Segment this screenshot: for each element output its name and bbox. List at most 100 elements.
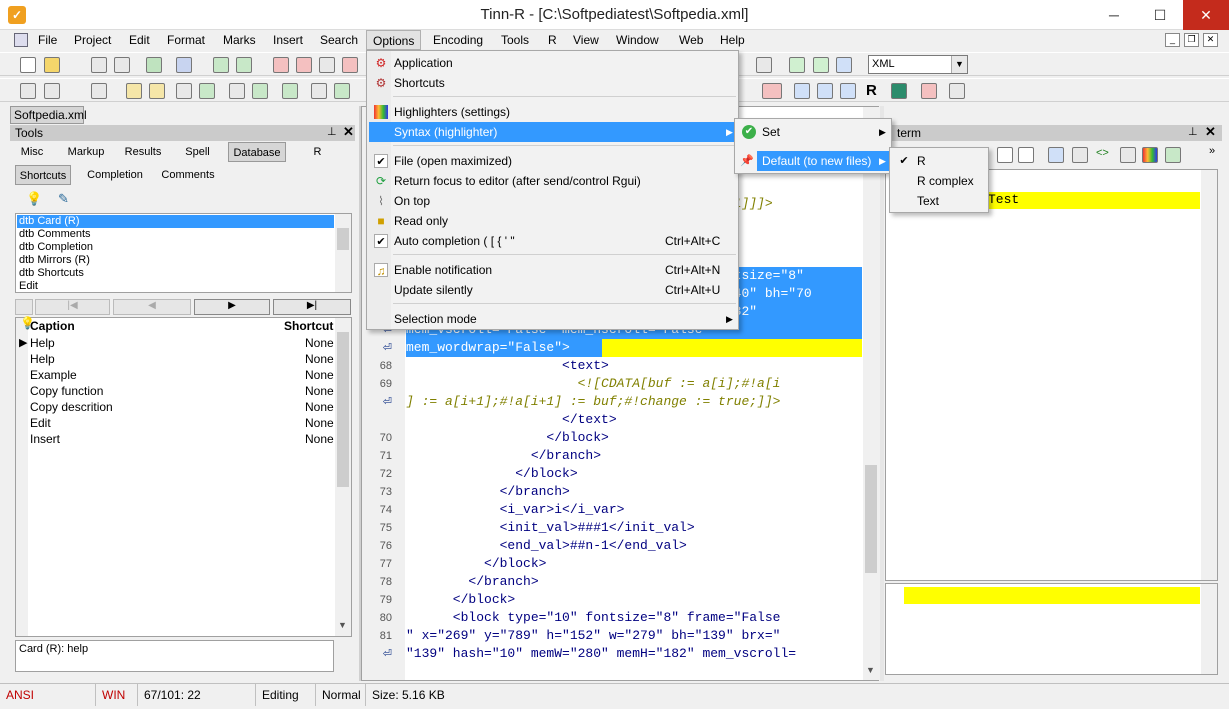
editor-scrollbar[interactable]: ▼	[863, 107, 879, 680]
code-line[interactable]: 78 </branch>	[362, 573, 862, 591]
list-scrollbar[interactable]	[335, 214, 351, 292]
nav-back-button[interactable]: ◀	[113, 299, 191, 315]
subtab-comments[interactable]: Comments	[157, 165, 219, 185]
file-tab[interactable]: Softpedia.xml	[10, 106, 87, 124]
table-cell[interactable]: None	[305, 416, 334, 430]
table-row[interactable]: Copy function	[30, 384, 103, 398]
html-icon[interactable]	[840, 83, 856, 99]
menu-item-shortcuts[interactable]: ⚙ Shortcuts	[369, 73, 736, 93]
close-icon[interactable]: ✕	[343, 124, 354, 140]
menu-project[interactable]: Project	[68, 30, 117, 50]
unindent-icon[interactable]	[199, 83, 215, 99]
find-next-icon[interactable]	[296, 57, 312, 73]
table-cell[interactable]: None	[305, 336, 334, 350]
help-icon[interactable]	[794, 83, 810, 99]
cut-icon[interactable]	[91, 83, 107, 99]
menu-view[interactable]: View	[567, 30, 605, 50]
menu-item-selection-mode[interactable]: Selection mode ▶	[369, 309, 736, 329]
list-icon[interactable]	[252, 83, 268, 99]
code-line[interactable]: 75 <init_val>###1</init_val>	[362, 519, 862, 537]
replace-icon[interactable]	[319, 57, 335, 73]
menu-encoding[interactable]: Encoding	[427, 30, 489, 50]
print-icon[interactable]	[176, 57, 192, 73]
monitor-icon[interactable]	[836, 57, 852, 73]
code-line[interactable]: 70 </block>	[362, 429, 862, 447]
tab-markup[interactable]: Markup	[60, 142, 112, 162]
terminal-icon[interactable]	[891, 83, 907, 99]
menu-item-read-only[interactable]: ■ Read only	[369, 211, 736, 231]
r-icon[interactable]: R	[866, 82, 877, 99]
scroll-down-icon[interactable]: ▼	[866, 665, 875, 675]
new-file-icon[interactable]	[20, 57, 36, 73]
menu-item-r-complex[interactable]: R complex	[892, 171, 986, 191]
table-cell[interactable]: None	[305, 352, 334, 366]
bottom-icon[interactable]	[334, 83, 350, 99]
mdi-close-button[interactable]: ✕	[1203, 33, 1218, 47]
nav-last-button[interactable]: ▶|	[273, 299, 351, 315]
up-icon[interactable]	[311, 83, 327, 99]
list-item[interactable]: dtb Card (R)	[17, 215, 334, 228]
list-item[interactable]: Edit	[19, 280, 38, 292]
open-folder-icon[interactable]	[44, 57, 60, 73]
menu-item-application[interactable]: ⚙ Application	[369, 53, 736, 73]
tag-icon[interactable]	[949, 83, 965, 99]
menu-item-text[interactable]: Text	[892, 191, 986, 211]
paste-icon[interactable]	[126, 83, 142, 99]
tab-r[interactable]: R	[300, 142, 335, 162]
code-line[interactable]: 72 </block>	[362, 465, 862, 483]
table-row[interactable]: Example	[30, 368, 77, 382]
save-icon[interactable]	[997, 147, 1013, 163]
nav-next-button[interactable]: ▶	[194, 299, 270, 315]
paste-special-icon[interactable]	[149, 83, 165, 99]
subtab-shortcuts[interactable]: Shortcuts	[15, 165, 71, 185]
menu-options[interactable]: Options	[366, 30, 422, 50]
menu-item-return-focus[interactable]: ⟳ Return focus to editor (after send/con…	[369, 171, 736, 191]
stop-icon[interactable]	[762, 83, 782, 99]
palette-icon[interactable]	[1142, 147, 1158, 163]
pen-icon[interactable]	[756, 57, 772, 73]
column-header-caption[interactable]: Caption	[30, 319, 75, 333]
menu-item-enable-notification[interactable]: ♫ Enable notification Ctrl+Alt+N	[369, 260, 736, 280]
copy-icon[interactable]	[44, 83, 60, 99]
text-icon[interactable]	[1072, 147, 1088, 163]
close-button[interactable]: ✕	[1183, 0, 1229, 30]
list-item[interactable]: dtb Mirrors (R)	[19, 254, 90, 266]
code-line[interactable]: 73 </branch>	[362, 483, 862, 501]
table-cell[interactable]: None	[305, 400, 334, 414]
menu-item-syntax[interactable]: Syntax (highlighter) ▶	[369, 122, 736, 142]
window-icon[interactable]	[1048, 147, 1064, 163]
redo-icon[interactable]	[236, 57, 252, 73]
branch-icon[interactable]	[813, 57, 829, 73]
minimize-button[interactable]: ─	[1091, 0, 1137, 30]
menu-insert[interactable]: Insert	[267, 30, 309, 50]
chevron-icon[interactable]: »	[1209, 145, 1215, 157]
scroll-thumb[interactable]	[337, 332, 349, 487]
new-page-icon[interactable]	[1018, 147, 1034, 163]
pin-icon[interactable]: ⊥	[1188, 125, 1198, 138]
code-line[interactable]: 69 <![CDATA[buf := a[i];#!a[i	[362, 375, 862, 393]
list-item[interactable]: dtb Comments	[19, 228, 91, 240]
undo-icon[interactable]	[213, 57, 229, 73]
menu-item-on-top[interactable]: ⌇ On top	[369, 191, 736, 211]
rterm-scrollbar[interactable]	[1201, 170, 1217, 580]
close-icon[interactable]: ✕	[1205, 124, 1216, 140]
menu-file[interactable]: File	[32, 30, 63, 50]
menu-marks[interactable]: Marks	[217, 30, 262, 50]
code-line[interactable]: 74 <i_var>i</i_var>	[362, 501, 862, 519]
pen-icon[interactable]	[1120, 147, 1136, 163]
alert-icon[interactable]	[817, 83, 833, 99]
code-line[interactable]: 71 </branch>	[362, 447, 862, 465]
chevron-down-icon[interactable]: ▼	[951, 56, 967, 73]
menu-web[interactable]: Web	[673, 30, 709, 50]
tab-results[interactable]: Results	[118, 142, 168, 162]
pin-icon[interactable]: ⊥	[327, 125, 337, 138]
pdf-icon[interactable]	[342, 57, 358, 73]
menu-item-highlighters[interactable]: Highlighters (settings)	[369, 102, 736, 122]
splitter[interactable]	[880, 106, 884, 681]
code-line[interactable]: 68 <text>	[362, 357, 862, 375]
nav-prev-button[interactable]: |◀	[35, 299, 110, 315]
scroll-thumb[interactable]	[865, 465, 877, 573]
rterm-output[interactable]: Test	[885, 169, 1218, 581]
code-line[interactable]: 76 <end_val>##n-1</end_val>	[362, 537, 862, 555]
download-icon[interactable]	[91, 57, 107, 73]
